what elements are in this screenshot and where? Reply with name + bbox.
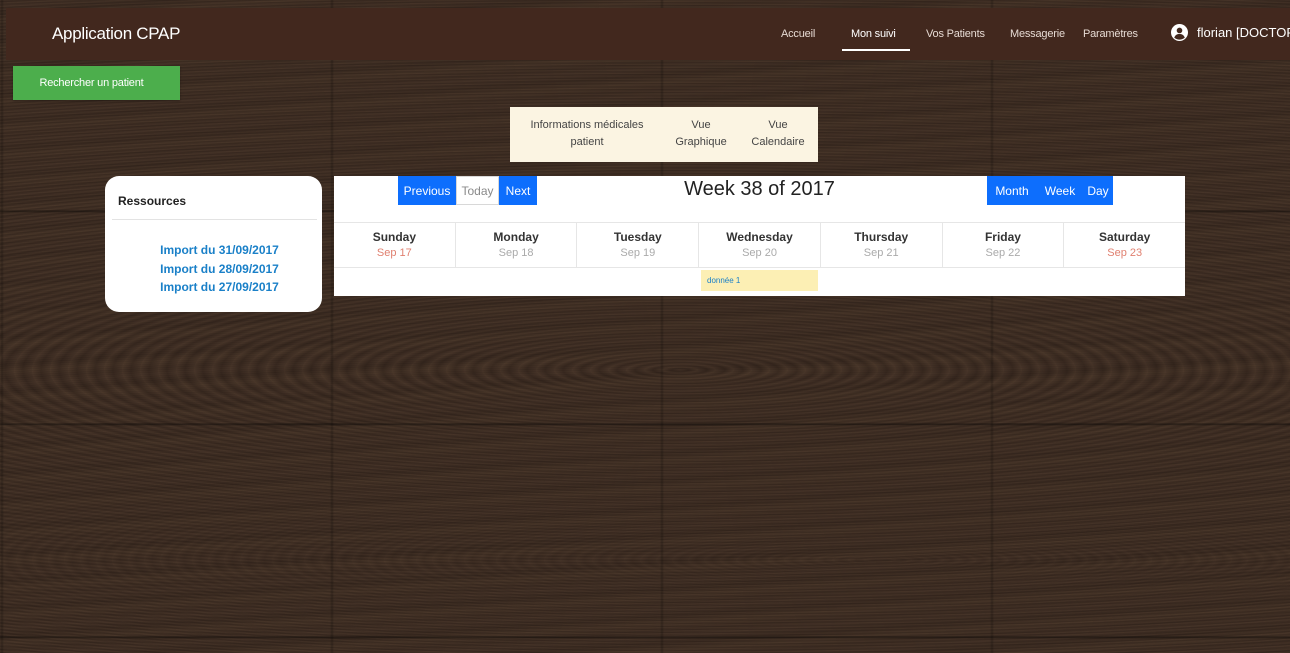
day-name: Wednesday	[726, 230, 793, 244]
resources-list: Import du 31/09/2017 Import du 28/09/201…	[105, 241, 322, 297]
tab-graph-view[interactable]: Vue Graphique	[672, 117, 730, 151]
day-name: Sunday	[372, 230, 417, 244]
active-nav-underline	[842, 49, 910, 51]
tab-calendar-view-line2: Calendaire	[751, 136, 805, 148]
day-name: Saturday	[1098, 230, 1151, 244]
day-header-row: Sunday Sep 17 Monday Sep 18 Tuesday Sep …	[334, 222, 1185, 268]
top-navbar: Application CPAP Accueil Mon suivi Vos P…	[6, 8, 1290, 60]
day-date: Sep 19	[620, 247, 656, 259]
day-name: Thursday	[854, 230, 909, 244]
next-button[interactable]: Next	[499, 176, 537, 205]
today-button[interactable]: Today	[456, 176, 499, 205]
week-calendar: Week 38 of 2017 Previous Today Next Mont…	[334, 176, 1185, 296]
calendar-view-buttons: Month Week Day	[987, 176, 1113, 205]
user-menu[interactable]: florian [DOCTOR]	[1171, 24, 1290, 41]
view-tabs: Informations médicales patient Vue Graph…	[510, 107, 818, 162]
tab-calendar-view[interactable]: Vue Calendaire	[746, 117, 810, 151]
day-date: Sep 18	[498, 247, 534, 259]
nav-link-messagerie[interactable]: Messagerie	[1010, 28, 1065, 40]
day-name: Tuesday	[613, 230, 662, 244]
resource-link[interactable]: Import du 31/09/2017	[105, 241, 322, 260]
nav-link-vos-patients[interactable]: Vos Patients	[926, 28, 985, 40]
day-date: Sep 23	[1107, 247, 1143, 259]
tab-medical-info-line1: Informations médicales	[530, 119, 644, 131]
day-cell-saturday[interactable]: Saturday Sep 23	[1064, 223, 1185, 267]
nav-link-accueil[interactable]: Accueil	[781, 28, 815, 40]
app-brand[interactable]: Application CPAP	[52, 24, 180, 44]
day-date: Sep 22	[985, 247, 1021, 259]
day-view-button[interactable]: Day	[1083, 176, 1113, 205]
user-name: florian [DOCTOR]	[1197, 25, 1290, 40]
calendar-event[interactable]: donnée 1	[701, 270, 818, 291]
month-view-button[interactable]: Month	[987, 176, 1037, 205]
resource-link[interactable]: Import du 28/09/2017	[105, 260, 322, 279]
resource-link[interactable]: Import du 27/09/2017	[105, 278, 322, 297]
tab-medical-info[interactable]: Informations médicales patient	[526, 117, 648, 151]
tab-graph-view-line1: Vue	[691, 119, 711, 131]
day-date: Sep 21	[863, 247, 899, 259]
day-cell-monday[interactable]: Monday Sep 18	[456, 223, 578, 267]
resources-divider	[112, 219, 317, 220]
resources-title: Ressources	[118, 194, 187, 208]
nav-link-parametres[interactable]: Paramètres	[1083, 28, 1138, 40]
day-cell-sunday[interactable]: Sunday Sep 17	[334, 223, 456, 267]
tab-calendar-view-line1: Vue	[768, 119, 788, 131]
calendar-grid: Sunday Sep 17 Monday Sep 18 Tuesday Sep …	[334, 222, 1185, 295]
day-cell-thursday[interactable]: Thursday Sep 21	[821, 223, 943, 267]
user-circle-icon	[1171, 24, 1188, 41]
day-name: Friday	[984, 230, 1021, 244]
previous-button[interactable]: Previous	[398, 176, 456, 205]
day-date: Sep 17	[376, 247, 412, 259]
resources-card: Ressources Import du 31/09/2017 Import d…	[105, 176, 322, 312]
event-row: donnée 1	[334, 268, 1185, 295]
day-date: Sep 20	[742, 247, 777, 259]
day-cell-friday[interactable]: Friday Sep 22	[943, 223, 1065, 267]
nav-link-mon-suivi[interactable]: Mon suivi	[851, 28, 896, 40]
day-cell-tuesday[interactable]: Tuesday Sep 19	[577, 223, 700, 267]
week-view-button[interactable]: Week	[1037, 176, 1083, 205]
tab-graph-view-line2: Graphique	[675, 136, 727, 148]
tab-medical-info-line2: patient	[570, 136, 604, 148]
day-name: Monday	[493, 230, 539, 244]
calendar-nav-buttons: Previous Today Next	[398, 176, 537, 205]
search-patient-button[interactable]: Rechercher un patient	[13, 66, 180, 100]
day-cell-wednesday[interactable]: Wednesday Sep 20	[699, 223, 821, 267]
